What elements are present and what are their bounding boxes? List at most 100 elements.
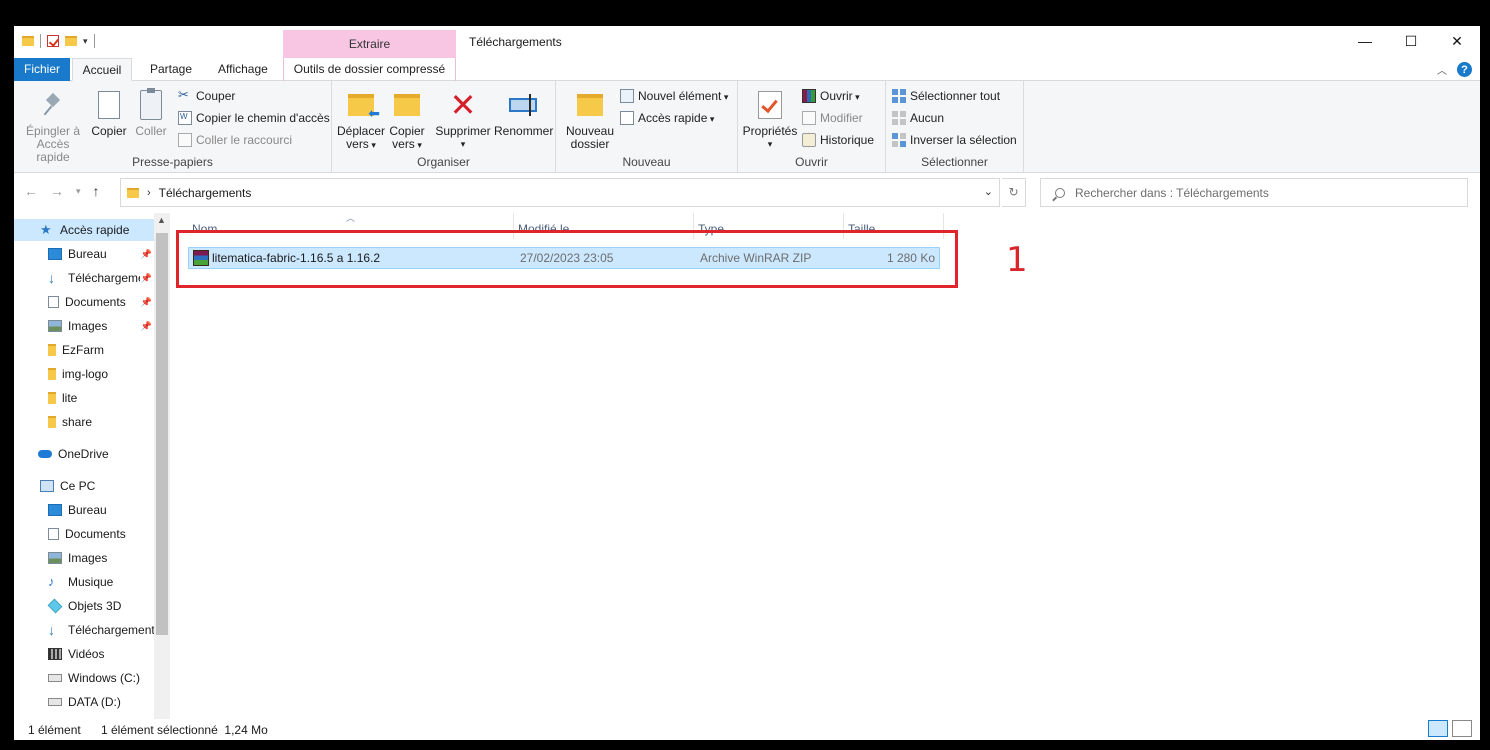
chevron-down-icon[interactable]: ⌄	[984, 185, 993, 198]
forward-arrow-icon[interactable]: →	[50, 183, 64, 199]
back-arrow-icon[interactable]: ←	[24, 183, 38, 199]
details-view-icon[interactable]	[1428, 720, 1448, 737]
nav-item-music[interactable]: ♪ Musique	[14, 571, 154, 593]
history-button[interactable]: Historique	[802, 130, 874, 150]
nav-item-this-pc[interactable]: Ce PC	[14, 475, 154, 497]
customize-toolbar-icon[interactable]: ▾	[83, 36, 88, 47]
close-icon[interactable]: ✕	[1434, 26, 1480, 56]
select-none-button[interactable]: Aucun	[892, 108, 944, 128]
pin-icon	[44, 93, 62, 117]
nav-item-videos[interactable]: Vidéos	[14, 643, 154, 665]
new-folder-label-2: dossier	[570, 137, 610, 151]
search-input[interactable]: Rechercher dans : Téléchargements	[1040, 178, 1468, 207]
recent-locations-icon[interactable]: ▾	[76, 186, 81, 197]
folder-icon	[48, 392, 56, 404]
scroll-up-icon[interactable]: ▲	[157, 215, 166, 225]
tab-view[interactable]: Affichage	[206, 58, 280, 81]
star-icon: ★	[40, 222, 52, 237]
nav-item-drive-c[interactable]: Windows (C:)	[14, 667, 154, 689]
pin-icon[interactable]: 📌	[141, 297, 152, 308]
scrollbar-thumb[interactable]	[156, 233, 168, 635]
edit-button[interactable]: Modifier	[802, 108, 863, 128]
nav-item-img-logo[interactable]: img-logo	[14, 363, 154, 385]
copy-button[interactable]: Copier	[88, 87, 130, 138]
tab-home[interactable]: Accueil	[72, 58, 132, 81]
copy-path-button[interactable]: Copier le chemin d'accès	[178, 108, 330, 128]
invert-selection-icon	[892, 133, 906, 147]
clipboard-group: Épingler à Accès rapide Copier Coller Co…	[14, 81, 332, 173]
up-arrow-icon[interactable]: ↑	[93, 183, 100, 199]
properties-button[interactable]: Propriétés ▾	[742, 87, 798, 151]
rename-button[interactable]: Renommer	[494, 87, 553, 138]
address-bar[interactable]: › Téléchargements ⌄	[120, 178, 1000, 207]
ribbon-tabs: Fichier Accueil Partage Affichage Outils…	[14, 58, 1480, 81]
move-folder-icon	[348, 94, 380, 120]
move-to-button[interactable]: Déplacer vers	[336, 87, 386, 152]
cut-button[interactable]: Couper	[178, 86, 235, 106]
easy-access-button[interactable]: Accès rapide	[620, 108, 714, 128]
nav-item-3d-objects[interactable]: Objets 3D	[14, 595, 154, 617]
large-icons-view-icon[interactable]	[1452, 720, 1472, 737]
tab-share[interactable]: Partage	[138, 58, 204, 81]
folder-icon[interactable]	[22, 36, 34, 46]
tab-compressed-folder-tools[interactable]: Outils de dossier compressé	[283, 58, 456, 81]
maximize-icon[interactable]: ☐	[1388, 26, 1434, 56]
refresh-icon[interactable]: ↻	[1002, 178, 1026, 207]
pin-icon[interactable]: 📌	[141, 321, 152, 332]
nav-item-pc-downloads[interactable]: ↓ Téléchargements	[14, 619, 161, 641]
delete-dropdown-icon[interactable]: ▾	[434, 138, 492, 151]
new-folder-button[interactable]: Nouveau dossier	[564, 87, 616, 151]
pin-quick-access-button[interactable]: Épingler à Accès rapide	[20, 87, 86, 164]
nav-item-pc-documents[interactable]: Documents	[14, 523, 154, 545]
nav-scrollbar[interactable]: ▲	[154, 213, 170, 719]
select-group: Sélectionner tout Aucun Inverser la séle…	[886, 81, 1024, 173]
navigation-pane: ★ Accès rapide Bureau 📌 ↓ Téléchargement…	[14, 213, 170, 719]
cloud-icon	[38, 450, 52, 458]
nav-item-share[interactable]: share	[14, 411, 154, 433]
status-bar: 1 élément 1 élément sélectionné 1,24 Mo	[14, 719, 1480, 740]
pin-icon[interactable]: 📌	[141, 273, 152, 284]
images-icon	[48, 320, 62, 332]
search-placeholder: Rechercher dans : Téléchargements	[1075, 185, 1269, 200]
nav-item-pc-desktop[interactable]: Bureau	[14, 499, 154, 521]
new-item-label: Nouvel élément	[638, 89, 728, 103]
select-all-button[interactable]: Sélectionner tout	[892, 86, 1000, 106]
copy-to-button[interactable]: Copier vers	[386, 87, 428, 152]
nav-item-onedrive[interactable]: OneDrive	[14, 443, 154, 465]
invert-selection-button[interactable]: Inverser la sélection	[892, 130, 1017, 150]
properties-icon[interactable]	[47, 35, 59, 47]
breadcrumb-downloads[interactable]: Téléchargements	[159, 186, 252, 200]
nav-item-images[interactable]: Images 📌	[14, 315, 154, 337]
music-icon: ♪	[48, 574, 55, 589]
nav-item-pc-images[interactable]: Images	[14, 547, 154, 569]
properties-dropdown-icon[interactable]: ▾	[742, 138, 798, 151]
nav-item-documents[interactable]: Documents 📌	[14, 291, 154, 313]
collapse-ribbon-icon[interactable]: ︿	[1437, 62, 1447, 77]
minimize-icon[interactable]: —	[1342, 26, 1388, 56]
drive-icon	[48, 674, 62, 682]
tab-file[interactable]: Fichier	[14, 58, 70, 81]
open-button[interactable]: Ouvrir	[802, 86, 860, 106]
paste-shortcut-button[interactable]: Coller le raccourci	[178, 130, 292, 150]
annotation-highlight-box	[176, 230, 958, 288]
desktop-icon	[48, 248, 62, 260]
new-folder-icon[interactable]	[65, 36, 77, 46]
content-scrollbar[interactable]	[1464, 213, 1480, 719]
nav-item-desktop[interactable]: Bureau 📌	[14, 243, 154, 265]
help-icon[interactable]: ?	[1457, 62, 1472, 77]
nav-item-drive-d[interactable]: DATA (D:)	[14, 691, 154, 713]
context-tab-extract[interactable]: Extraire	[283, 30, 456, 58]
nav-item-quick-access[interactable]: ★ Accès rapide	[14, 219, 154, 241]
chevron-right-icon[interactable]: ›	[147, 187, 151, 199]
organize-group: Déplacer vers Copier vers ✕ Supprimer ▾ …	[332, 81, 556, 173]
nav-item-downloads[interactable]: ↓ Téléchargements 📌	[14, 267, 154, 289]
delete-button[interactable]: ✕ Supprimer ▾	[434, 87, 492, 151]
new-item-button[interactable]: Nouvel élément	[620, 86, 728, 106]
pin-icon[interactable]: 📌	[141, 249, 152, 260]
nav-item-ezfarm[interactable]: EzFarm	[14, 339, 154, 361]
annotation-number: 1	[1006, 240, 1028, 280]
file-explorer-window: ▾ Extraire Téléchargements — ☐ ✕ Fichier…	[14, 26, 1480, 740]
delete-label: Supprimer	[435, 124, 491, 138]
nav-item-lite[interactable]: lite	[14, 387, 154, 409]
paste-button[interactable]: Coller	[132, 87, 170, 138]
